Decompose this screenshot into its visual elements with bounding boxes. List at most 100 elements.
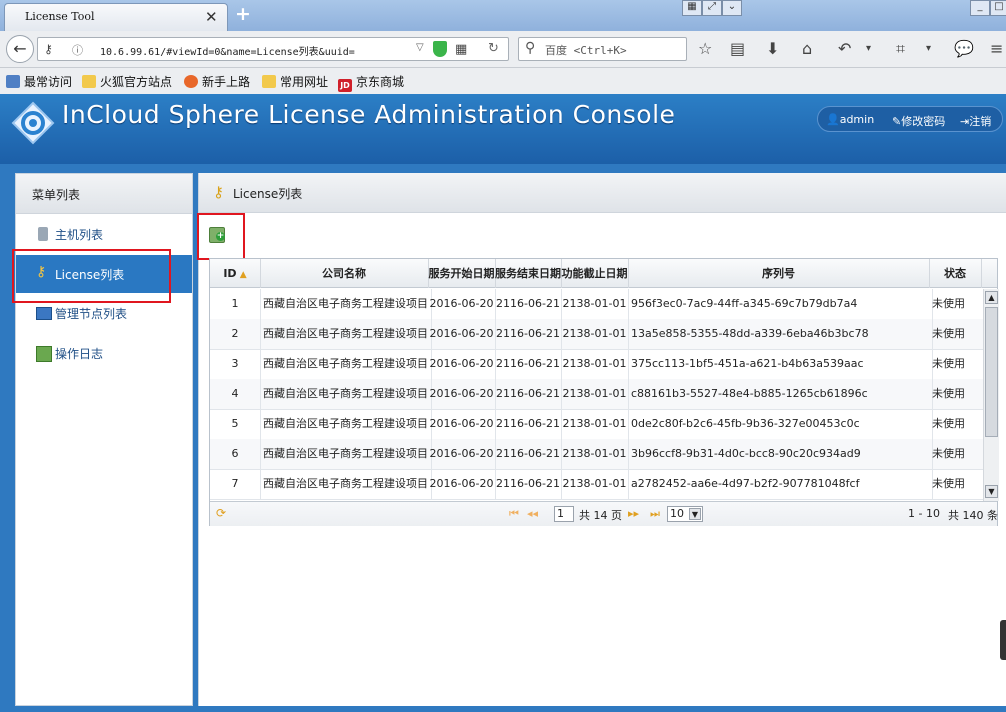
chat-icon[interactable]: 💬 bbox=[954, 39, 974, 58]
minimize-icon[interactable]: _ bbox=[970, 0, 990, 16]
add-license-icon[interactable]: + bbox=[209, 227, 225, 243]
star-icon[interactable]: ☆ bbox=[698, 39, 712, 58]
reading-list-icon[interactable]: ▤ bbox=[730, 39, 745, 58]
table-row[interactable]: 2 西藏自治区电子商务工程建设项目 2016-06-20 2116-06-21 2138… bbox=[210, 319, 985, 350]
cell-start-date: 2016-06-20 bbox=[428, 469, 496, 499]
table-row[interactable]: 4 西藏自治区电子商务工程建设项目 2016-06-20 2116-06-21 2138… bbox=[210, 379, 985, 410]
info-icon[interactable]: ⓘ bbox=[72, 42, 83, 58]
browser-tab[interactable]: License Tool ✕ bbox=[4, 3, 228, 31]
browser-nav-bar: ← ⚷ ⓘ 10.6.99.61/#viewId=0&name=License列… bbox=[0, 31, 1006, 68]
total-pages: 共 14 页 bbox=[579, 509, 622, 522]
undo-icon[interactable]: ↶ bbox=[838, 39, 851, 58]
chevron-down-icon[interactable]: ▾ bbox=[926, 43, 931, 54]
bookmark-item[interactable]: 最常访问 bbox=[6, 73, 72, 90]
cell-status: 未使用 bbox=[929, 379, 985, 409]
page-size-select[interactable]: 10 ▼ bbox=[667, 506, 703, 522]
column-header-id[interactable]: ID ▲ bbox=[210, 259, 261, 288]
page-input[interactable]: 1 bbox=[554, 506, 574, 522]
bookmark-item[interactable]: 火狐官方站点 bbox=[82, 73, 172, 90]
cell-start-date: 2016-06-20 bbox=[428, 439, 496, 469]
user-icon: 👤 bbox=[826, 113, 840, 126]
chevron-down-icon[interactable]: ▼ bbox=[689, 508, 701, 520]
cell-function-end-date: 2138-01-01 bbox=[561, 319, 629, 349]
sidebar-item-host-list[interactable]: 主机列表 bbox=[16, 215, 192, 253]
cell-function-end-date: 2138-01-01 bbox=[561, 439, 629, 469]
download-icon[interactable]: ⬇ bbox=[766, 39, 779, 58]
column-header-function-end-date[interactable]: 功能截止日期 bbox=[561, 259, 629, 288]
refresh-icon[interactable]: ⟳ bbox=[216, 506, 226, 520]
page-title: License列表 bbox=[233, 187, 303, 201]
grid-scrollbar[interactable]: ▲ ▼ bbox=[983, 289, 999, 501]
cell-end-date: 2116-06-21 bbox=[495, 439, 562, 469]
cell-start-date: 2016-06-20 bbox=[428, 349, 496, 379]
bookmark-item[interactable]: JD 京东商城 bbox=[338, 73, 404, 92]
cell-company: 西藏自治区电子商务工程建设项目 bbox=[260, 379, 432, 409]
last-page-icon[interactable]: ⏭ bbox=[650, 507, 660, 521]
tab-close-icon[interactable]: ✕ bbox=[205, 8, 218, 26]
logout-button[interactable]: ⇥注销 bbox=[960, 113, 991, 129]
bookmark-item[interactable]: 常用网址 bbox=[262, 73, 328, 90]
chevron-down-icon[interactable]: ⌄ bbox=[722, 0, 742, 16]
column-header-company[interactable]: 公司名称 bbox=[260, 259, 429, 288]
table-row[interactable]: 3 西藏自治区电子商务工程建设项目 2016-06-20 2116-06-21 2138… bbox=[210, 349, 985, 380]
menu-icon[interactable]: ≡ bbox=[990, 39, 1003, 58]
next-page-icon[interactable]: ▸▸ bbox=[628, 507, 639, 520]
cell-status: 未使用 bbox=[929, 349, 985, 379]
grid-header: ID ▲ 公司名称 服务开始日期 服务结束日期 功能截止日期 序列号 状态 bbox=[210, 259, 997, 288]
qrcode-icon[interactable]: ▦ bbox=[455, 42, 467, 57]
cell-function-end-date: 2138-01-01 bbox=[561, 289, 629, 319]
cell-status: 未使用 bbox=[929, 409, 985, 439]
scroll-down-icon[interactable]: ▼ bbox=[985, 485, 998, 498]
cell-status: 未使用 bbox=[929, 469, 985, 499]
plus-icon: + bbox=[216, 231, 225, 241]
first-page-icon[interactable]: ⏮ bbox=[509, 507, 519, 521]
cell-end-date: 2116-06-21 bbox=[495, 319, 562, 349]
cell-end-date: 2116-06-21 bbox=[495, 409, 562, 439]
table-row[interactable]: 6 西藏自治区电子商务工程建设项目 2016-06-20 2116-06-21 2138… bbox=[210, 439, 985, 470]
folder-icon bbox=[82, 75, 96, 88]
user-button[interactable]: 👤admin bbox=[826, 113, 874, 126]
tab-grid-icon[interactable]: ▦ bbox=[682, 0, 702, 16]
browser-tab-bar: License Tool ✕ + ▦ ⤢ ⌄ _ □ bbox=[0, 0, 1006, 31]
cell-company: 西藏自治区电子商务工程建设项目 bbox=[260, 469, 432, 499]
dropdown-icon[interactable]: ▽ bbox=[416, 42, 424, 53]
url-text[interactable]: 10.6.99.61/#viewId=0&name=License列表&uuid… bbox=[100, 43, 355, 58]
prev-page-icon[interactable]: ◂◂ bbox=[527, 507, 538, 520]
cell-status: 未使用 bbox=[929, 319, 985, 349]
scroll-thumb[interactable] bbox=[985, 307, 998, 437]
column-header-end-date[interactable]: 服务结束日期 bbox=[495, 259, 562, 288]
shield-icon[interactable] bbox=[433, 41, 447, 57]
fullscreen-icon[interactable]: ⤢ bbox=[702, 0, 722, 16]
sort-icon[interactable]: ▲ bbox=[237, 270, 247, 280]
cell-status: 未使用 bbox=[929, 439, 985, 469]
crop-icon[interactable]: ⌗ bbox=[896, 39, 905, 59]
restore-icon[interactable]: □ bbox=[990, 0, 1006, 16]
cell-id: 4 bbox=[210, 379, 261, 409]
home-icon[interactable]: ⌂ bbox=[802, 39, 812, 58]
table-row[interactable]: 7 西藏自治区电子商务工程建设项目 2016-06-20 2116-06-21 2138… bbox=[210, 469, 985, 500]
scroll-up-icon[interactable]: ▲ bbox=[985, 291, 998, 304]
cell-serial: 3b96ccf8-9b31-4d0c-bcc8-90c20c934ad9 bbox=[628, 439, 933, 469]
tab-title: License Tool bbox=[25, 10, 95, 23]
cell-company: 西藏自治区电子商务工程建设项目 bbox=[260, 319, 432, 349]
cell-start-date: 2016-06-20 bbox=[428, 379, 496, 409]
sidebar-item-operation-log[interactable]: 操作日志 bbox=[16, 334, 192, 372]
page-scroll-handle[interactable] bbox=[1000, 620, 1006, 660]
change-password-button[interactable]: ✎修改密码 bbox=[892, 113, 945, 129]
cell-start-date: 2016-06-20 bbox=[428, 289, 496, 319]
chevron-down-icon[interactable]: ▾ bbox=[866, 43, 871, 54]
table-row[interactable]: 1 西藏自治区电子商务工程建设项目 2016-06-20 2116-06-21 2138… bbox=[210, 289, 985, 320]
search-bar[interactable]: ⚲ 百度 <Ctrl+K> bbox=[518, 37, 687, 61]
column-header-start-date[interactable]: 服务开始日期 bbox=[428, 259, 496, 288]
back-button[interactable]: ← bbox=[6, 35, 34, 63]
table-row[interactable]: 5 西藏自治区电子商务工程建设项目 2016-06-20 2116-06-21 2138… bbox=[210, 409, 985, 440]
bookmark-item[interactable]: 新手上路 bbox=[184, 73, 250, 90]
column-header-status[interactable]: 状态 bbox=[929, 259, 982, 288]
reload-icon[interactable]: ↻ bbox=[488, 41, 499, 56]
url-bar[interactable]: ⚷ ⓘ 10.6.99.61/#viewId=0&name=License列表&… bbox=[37, 37, 509, 61]
firefox-icon bbox=[184, 75, 198, 88]
pencil-icon: ✎ bbox=[892, 115, 902, 128]
highlight-box bbox=[12, 249, 171, 303]
new-tab-icon[interactable]: + bbox=[235, 3, 251, 25]
column-header-serial[interactable]: 序列号 bbox=[628, 259, 930, 288]
